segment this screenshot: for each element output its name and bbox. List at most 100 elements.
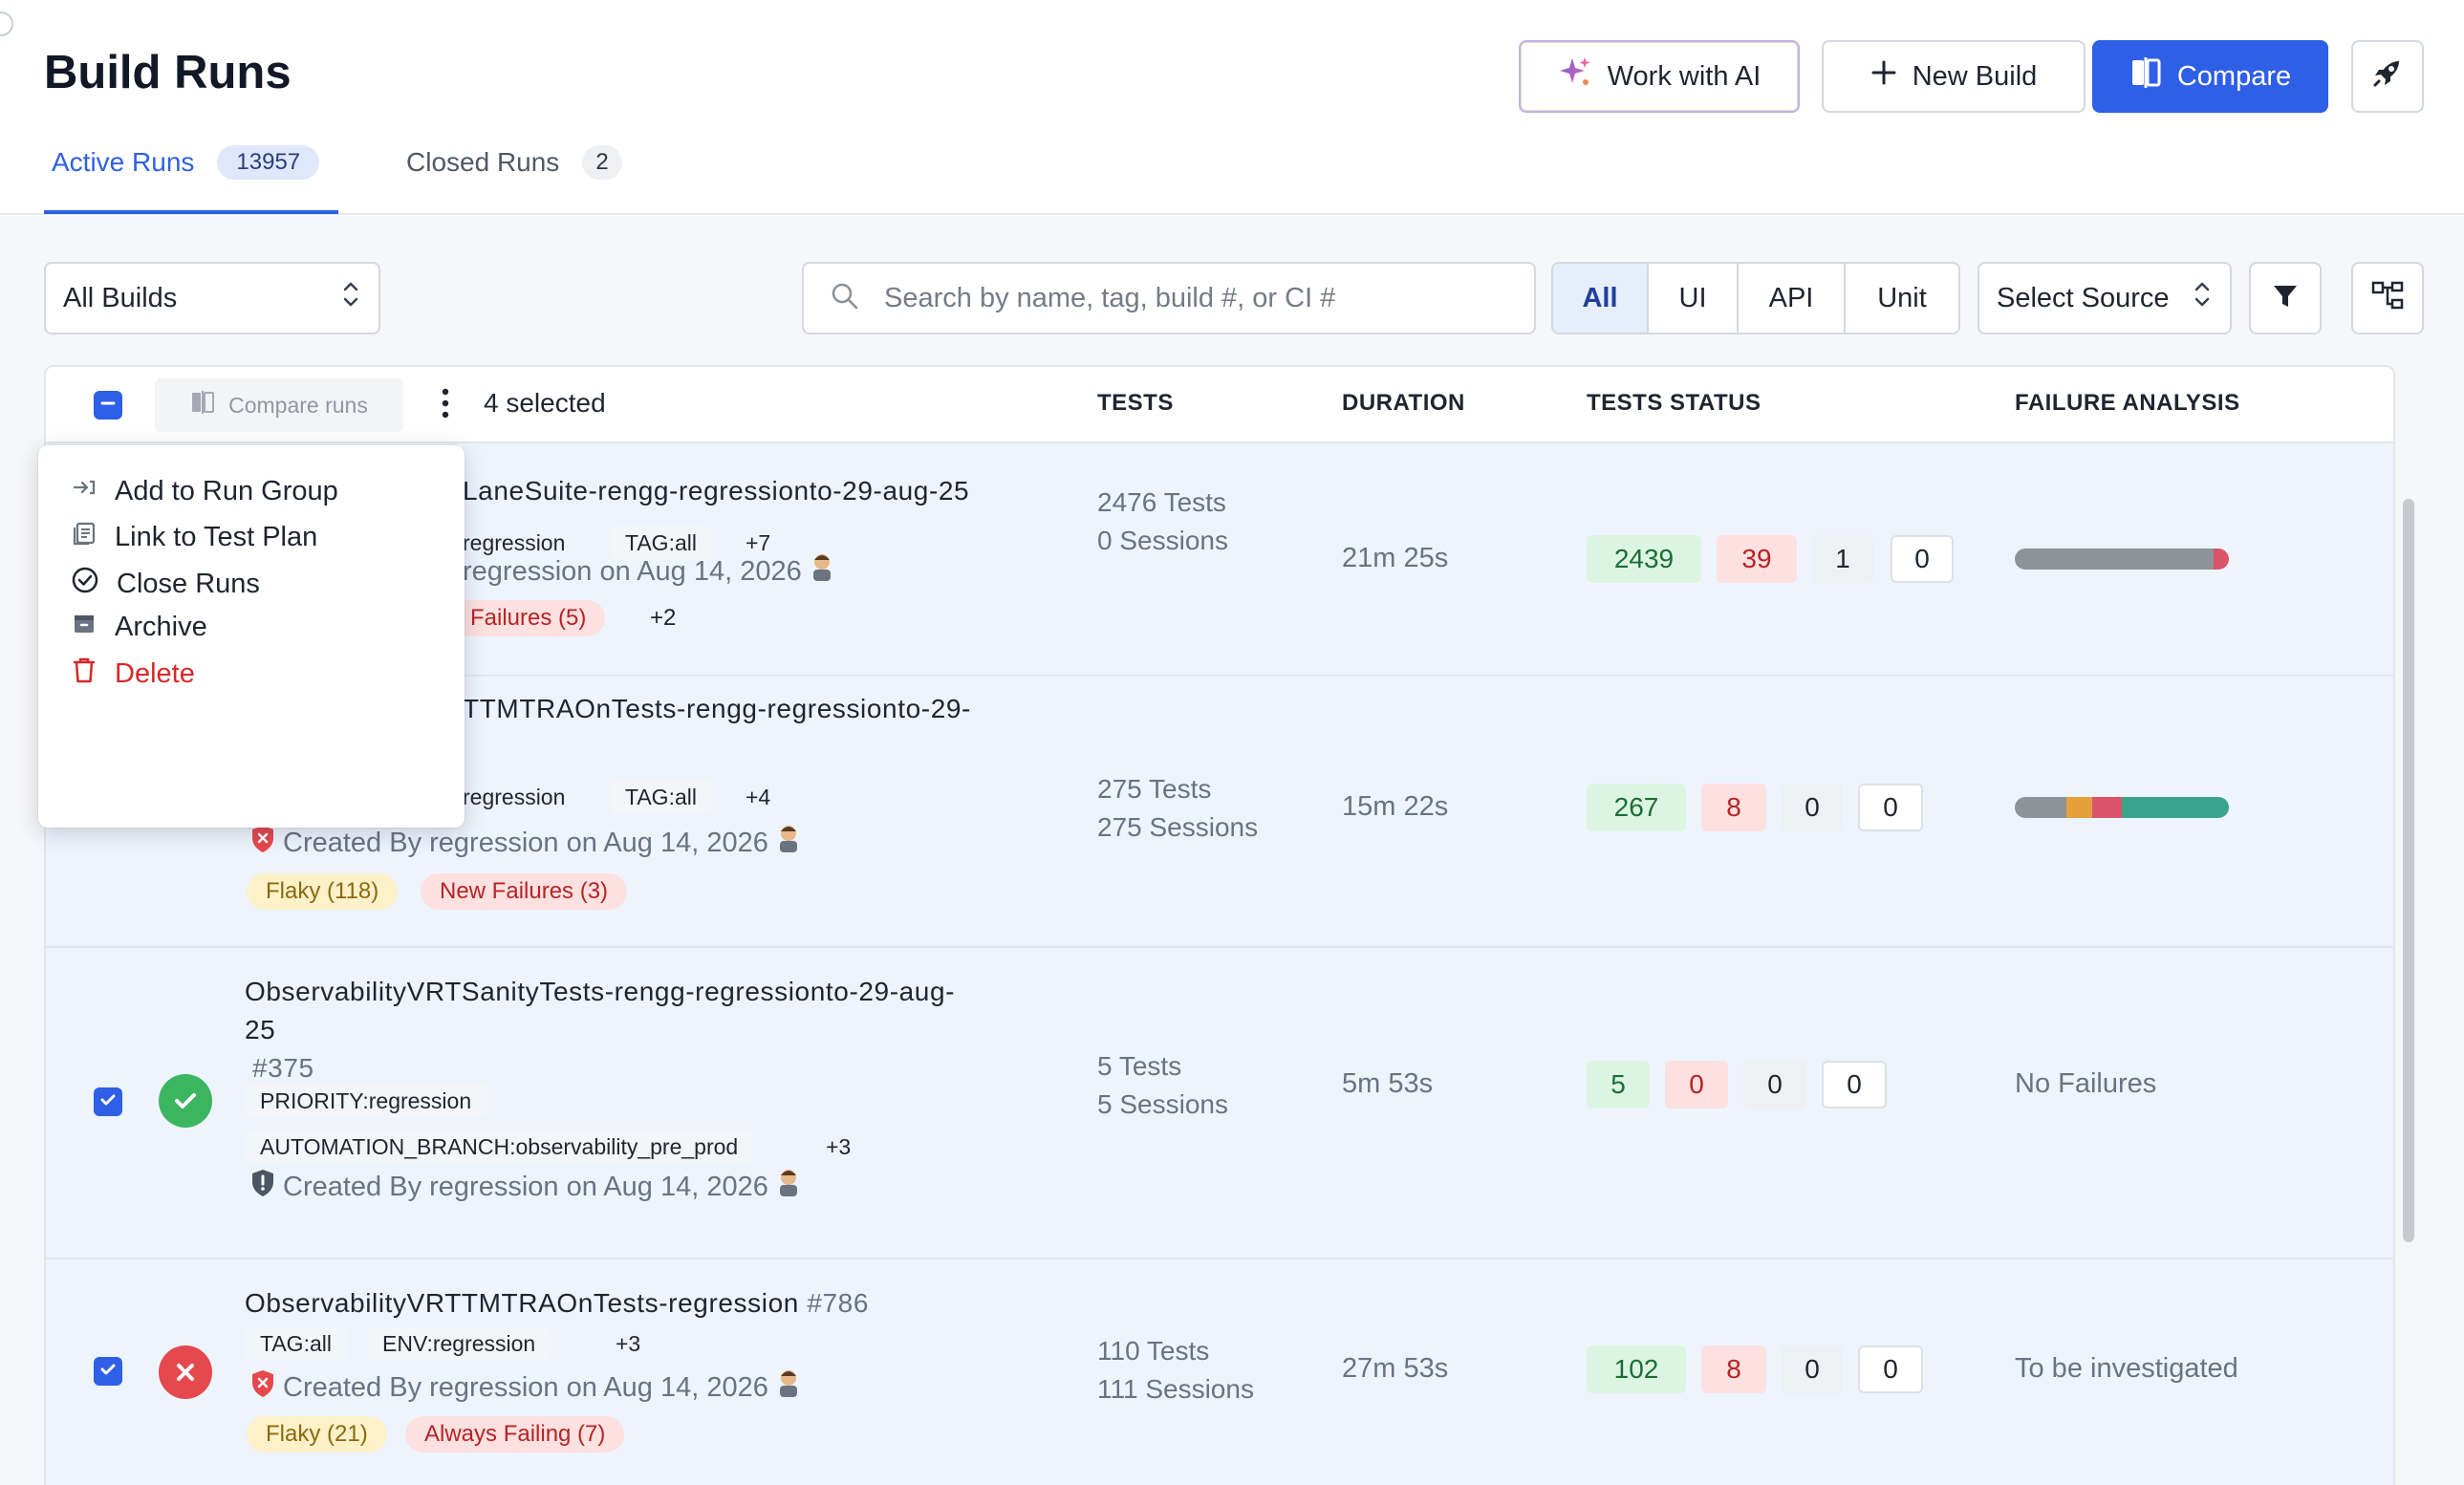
run-name-line2: 25 [245,1015,276,1044]
search-icon [831,282,859,315]
failed-count[interactable]: 8 [1701,784,1766,831]
tests-total: 2476 Tests [1097,487,1226,517]
failure-bar-segment [2015,797,2066,818]
error-shield-icon [250,825,275,861]
sessions-total: 275 Sessions [1097,812,1259,842]
compare-runs-button[interactable]: Compare runs [155,378,403,432]
sessions-total: 5 Sessions [1097,1089,1228,1119]
sessions-total: 0 Sessions [1097,526,1228,555]
link-group-icon [71,474,97,508]
skipped-count[interactable]: 1 [1812,535,1873,583]
menu-item-close-runs[interactable]: Close Runs [71,566,260,602]
column-header-tests-status: TESTS STATUS [1587,390,1762,416]
rocket-button[interactable] [2351,40,2424,113]
always-failing-badge: Always Failing (7) [405,1416,625,1453]
tab-active-runs[interactable]: Active Runs 13957 [52,143,320,182]
new-failures-badge: Failures (5) [463,600,606,636]
search-input[interactable] [884,282,1496,314]
run-name[interactable]: ObservabilityVRTSanityTests-rengg-regres… [245,973,1067,1087]
avatar-icon [776,1168,801,1206]
failed-count[interactable]: 39 [1717,535,1797,583]
other-count[interactable]: 0 [1822,1061,1887,1108]
duration: 5m 53s [1342,1068,1434,1099]
segment-all[interactable]: All [1553,264,1649,333]
avatar-icon [776,1368,801,1407]
badges-more[interactable]: +2 [638,600,687,636]
table-row[interactable]: ObservabilityVRTSanityTests-rengg-regres… [46,948,2393,1259]
search-field[interactable] [802,262,1536,334]
tab-closed-runs[interactable]: Closed Runs 2 [406,143,622,182]
row-checkbox[interactable] [94,1087,122,1116]
other-count[interactable]: 0 [1891,535,1954,583]
failure-analysis-bar[interactable] [2015,549,2229,570]
skipped-count[interactable]: 0 [1782,784,1843,831]
menu-item-archive[interactable]: Archive [71,610,207,644]
segment-unit[interactable]: Unit [1846,264,1958,333]
filter-button[interactable] [2249,262,2322,334]
work-with-ai-button[interactable]: Work with AI [1519,40,1800,113]
other-count[interactable]: 0 [1858,784,1923,831]
row-checkbox[interactable] [94,1357,122,1386]
run-name-text: ObservabilityVRTTMTRAOnTests-regression [245,1288,799,1318]
segment-api[interactable]: API [1739,264,1846,333]
failure-bar-segment [2091,797,2122,818]
avatar-icon [810,552,834,591]
check-icon [98,1360,118,1384]
chevron-updown-icon [2192,278,2213,318]
run-name[interactable]: LaneSuite-rengg-regressionto-29-aug-25 [463,472,1132,510]
hierarchy-view-button[interactable] [2351,262,2424,334]
compare-label: Compare [2176,60,2292,92]
created-by-text: regression on Aug 14, 2026 [463,555,802,587]
menu-item-label: Link to Test Plan [115,521,318,552]
rocket-icon [2370,55,2405,97]
menu-item-add-to-run-group[interactable]: Add to Run Group [71,474,338,508]
flaky-badge: Flaky (21) [247,1416,387,1453]
compare-button[interactable]: Compare [2092,40,2328,113]
corner-toggle-icon[interactable] [0,11,13,36]
run-name[interactable]: TTMTRAOnTests-rengg-regressionto-29- [463,690,1132,728]
failed-count[interactable]: 8 [1701,1345,1766,1393]
skipped-count[interactable]: 0 [1782,1345,1843,1393]
builds-select[interactable]: All Builds [44,262,380,334]
source-select[interactable]: Select Source [1978,262,2232,334]
menu-item-label: Close Runs [117,568,260,599]
tag: regression [463,784,566,809]
menu-item-link-to-test-plan[interactable]: Link to Test Plan [71,520,317,554]
scrollbar-thumb[interactable] [2403,499,2414,1242]
passed-count[interactable]: 5 [1587,1061,1650,1108]
run-number: #786 [807,1288,870,1318]
passed-count[interactable]: 2439 [1587,535,1701,583]
passed-count[interactable]: 102 [1587,1345,1686,1393]
other-count[interactable]: 0 [1858,1345,1923,1393]
failure-bar-segment [2065,797,2092,818]
shield-icon [250,1169,275,1205]
created-by: Created By regression on Aug 14, 2026 [250,824,801,862]
segment-ui[interactable]: UI [1649,264,1739,333]
plus-icon [1870,59,1897,94]
menu-item-delete[interactable]: Delete [71,656,195,692]
tag-more[interactable]: +4 [730,780,786,814]
failure-analysis-text: No Failures [2015,1068,2157,1099]
compare-icon [190,390,215,420]
bulk-actions-menu-button[interactable] [426,380,465,430]
tests-total: 5 Tests [1097,1051,1182,1081]
tests-count: 275 Tests 275 Sessions [1097,770,1258,847]
select-all-checkbox[interactable] [94,391,122,420]
tag-more[interactable]: +3 [811,1130,866,1164]
check-circle-icon [71,566,99,602]
menu-item-label: Archive [115,611,207,642]
tests-total: 275 Tests [1097,774,1212,804]
failure-analysis-bar[interactable] [2015,797,2229,818]
created-by: Created By regression on Aug 14, 2026 [250,1168,801,1206]
kebab-icon [442,388,449,423]
new-build-button[interactable]: New Build [1822,40,2086,113]
error-shield-icon [250,1369,275,1406]
table-row[interactable]: ObservabilityVRTTMTRAOnTests-regression … [46,1259,2393,1485]
failed-count[interactable]: 0 [1665,1061,1728,1108]
tag-more[interactable]: +3 [600,1326,656,1361]
skipped-count[interactable]: 0 [1743,1061,1806,1108]
closed-runs-count: 2 [582,145,622,180]
tab-active-runs-label: Active Runs [52,147,195,177]
run-name[interactable]: ObservabilityVRTTMTRAOnTests-regression … [245,1284,1105,1323]
passed-count[interactable]: 267 [1587,784,1686,831]
